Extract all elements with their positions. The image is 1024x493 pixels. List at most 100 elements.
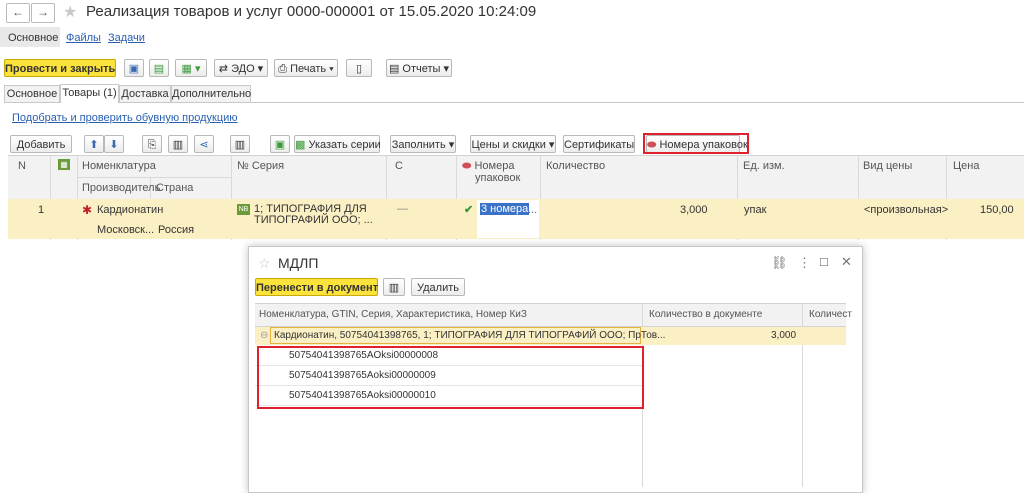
header-price[interactable]: Цена bbox=[953, 160, 979, 172]
reports-button[interactable]: ▤ Отчеты ▾ bbox=[386, 59, 452, 77]
reports-icon: ▤ bbox=[388, 63, 403, 75]
print-label: Печать bbox=[290, 63, 327, 75]
row-unit[interactable]: упак bbox=[744, 204, 766, 216]
share-button[interactable]: ⋖ bbox=[194, 135, 214, 153]
series-icon: NB bbox=[237, 204, 250, 215]
certificates-button[interactable]: Сертификаты bbox=[563, 135, 635, 153]
barcode-button[interactable]: ▥ bbox=[383, 278, 405, 296]
set-series-label: Указать серии bbox=[308, 139, 381, 151]
dialog-col-nomenclature[interactable]: Номенклатура, GTIN, Серия, Характеристик… bbox=[259, 309, 527, 320]
row-series-line2[interactable]: ТИПОГРАФИЙ ООО; ... bbox=[254, 214, 373, 226]
edo-button[interactable]: ⇄ ЭДО ▾ bbox=[214, 59, 268, 77]
row-country[interactable]: Россия bbox=[158, 224, 194, 236]
header-c[interactable]: С bbox=[395, 160, 403, 172]
row-price[interactable]: 150,00 bbox=[980, 204, 1014, 216]
tab-goods[interactable]: Товары (1) bbox=[60, 84, 119, 103]
paste-icon: ▥ bbox=[172, 139, 184, 151]
link-icon[interactable]: ⛓ bbox=[771, 255, 788, 271]
medicine-icon: ✱ bbox=[82, 203, 93, 217]
post-icon: ▤ bbox=[153, 63, 165, 75]
row-nomenclature[interactable]: Кардионатин bbox=[97, 204, 163, 216]
arrow-down-icon: ⬇ bbox=[109, 139, 119, 151]
nav-tasks[interactable]: Задачи bbox=[108, 32, 145, 44]
barcode-button[interactable]: ▥ bbox=[230, 135, 250, 153]
print-button[interactable]: ⎙ Печать ▾ bbox=[274, 59, 338, 77]
header-unit[interactable]: Ед. изм. bbox=[743, 160, 785, 172]
copy-icon: ⎘ bbox=[147, 139, 157, 151]
tab-additional[interactable]: Дополнительно bbox=[171, 85, 251, 102]
row-pack-more-button[interactable]: ... bbox=[528, 204, 537, 216]
header-subdivider bbox=[78, 177, 231, 178]
dialog-title: МДЛП bbox=[278, 255, 319, 271]
collapse-icon[interactable]: ⊖ bbox=[260, 330, 268, 341]
post-and-close-button[interactable]: Провести и закрыть bbox=[4, 59, 116, 77]
save-button[interactable]: ▣ bbox=[124, 59, 144, 77]
copy-button[interactable]: ⎘ bbox=[142, 135, 162, 153]
pack-icon: ⬬ bbox=[462, 160, 472, 172]
row-producer[interactable]: Московск... bbox=[97, 224, 154, 236]
post-button[interactable]: ▤ bbox=[149, 59, 169, 77]
header-quantity[interactable]: Количество bbox=[546, 160, 605, 172]
number-sign-icon: № bbox=[237, 160, 252, 172]
checkmark-icon: ✔ bbox=[464, 204, 474, 216]
pick-shoes-link[interactable]: Подобрать и проверить обувную продукцию bbox=[12, 112, 238, 124]
row-quantity[interactable]: 3,000 bbox=[680, 204, 708, 216]
header-country[interactable]: Страна bbox=[156, 182, 193, 194]
arrow-up-icon: ⬆ bbox=[89, 139, 99, 151]
codes-highlight-frame bbox=[257, 346, 644, 409]
edo-label: ЭДО bbox=[231, 63, 255, 75]
barcode-icon: ▥ bbox=[234, 139, 246, 151]
set-series-button[interactable]: ▩ Указать серии bbox=[294, 135, 381, 153]
mdlp-dialog: ☆ МДЛП ⛓ ⋮ ☐ ✕ Перенести в документ ▥ Уд… bbox=[248, 246, 863, 493]
close-icon[interactable]: ✕ bbox=[841, 254, 852, 270]
header-n[interactable]: N bbox=[18, 160, 26, 172]
header-pack-numbers-line1: Номера bbox=[474, 160, 515, 172]
row-pack-numbers[interactable]: 3 номера bbox=[480, 203, 530, 215]
move-up-button[interactable]: ⬆ bbox=[84, 135, 104, 153]
forward-button[interactable]: → bbox=[31, 3, 55, 23]
fill-button[interactable]: Заполнить ▾ bbox=[390, 135, 456, 153]
dialog-col-qty[interactable]: Количест bbox=[809, 309, 852, 320]
back-button[interactable]: ← bbox=[6, 3, 30, 23]
nav-main[interactable]: Основное bbox=[8, 32, 58, 44]
group-row-qty[interactable]: 3,000 bbox=[771, 330, 796, 341]
picture-column-icon: ▦ bbox=[58, 159, 70, 170]
header-producer[interactable]: Производитель bbox=[82, 182, 160, 194]
paste-button[interactable]: ▥ bbox=[168, 135, 188, 153]
document-button[interactable]: ▯ bbox=[346, 59, 372, 77]
header-series[interactable]: № Серия bbox=[237, 160, 284, 172]
row-c: — bbox=[397, 203, 408, 215]
tab-main[interactable]: Основное bbox=[4, 85, 60, 102]
maximize-icon[interactable]: ☐ bbox=[819, 256, 829, 269]
fill-label: Заполнить bbox=[391, 139, 446, 151]
header-pack-numbers-line2: упаковок bbox=[475, 172, 521, 184]
header-nomenclature[interactable]: Номенклатура bbox=[82, 160, 156, 172]
reports-label: Отчеты bbox=[402, 63, 441, 75]
check-list-icon: ▣ bbox=[274, 139, 286, 151]
create-based-button[interactable]: ▦ ▾ bbox=[175, 59, 207, 77]
check-button[interactable]: ▣ bbox=[270, 135, 290, 153]
series-icon: ▩ bbox=[295, 139, 309, 151]
add-button[interactable]: Добавить bbox=[10, 135, 72, 153]
row-price-type[interactable]: <произвольная> bbox=[864, 204, 948, 216]
tab-delivery[interactable]: Доставка bbox=[119, 85, 171, 102]
save-icon: ▣ bbox=[128, 63, 140, 75]
edo-icon: ⇄ bbox=[218, 63, 232, 75]
barcode-icon: ▥ bbox=[388, 282, 400, 294]
move-down-button[interactable]: ⬇ bbox=[104, 135, 124, 153]
pack-numbers-highlight-frame bbox=[643, 133, 749, 154]
group-row-text[interactable]: Кардионатин, 50754041398765, 1; ТИПОГРАФ… bbox=[274, 330, 665, 341]
transfer-to-document-button[interactable]: Перенести в документ bbox=[255, 278, 378, 296]
dialog-col-qty-doc[interactable]: Количество в документе bbox=[649, 309, 762, 320]
share-icon: ⋖ bbox=[199, 139, 209, 151]
prices-label: Цены и скидки bbox=[471, 139, 546, 151]
more-icon[interactable]: ⋮ bbox=[798, 255, 811, 271]
header-price-type[interactable]: Вид цены bbox=[863, 160, 912, 172]
document-icon: ▯ bbox=[355, 63, 363, 75]
delete-button[interactable]: Удалить bbox=[411, 278, 465, 296]
favorite-star-icon[interactable]: ★ bbox=[63, 2, 77, 22]
favorite-star-icon[interactable]: ☆ bbox=[258, 255, 271, 272]
create-based-icon: ▦ ▾ bbox=[181, 63, 201, 75]
nav-files[interactable]: Файлы bbox=[66, 32, 101, 44]
prices-discounts-button[interactable]: Цены и скидки ▾ bbox=[470, 135, 556, 153]
